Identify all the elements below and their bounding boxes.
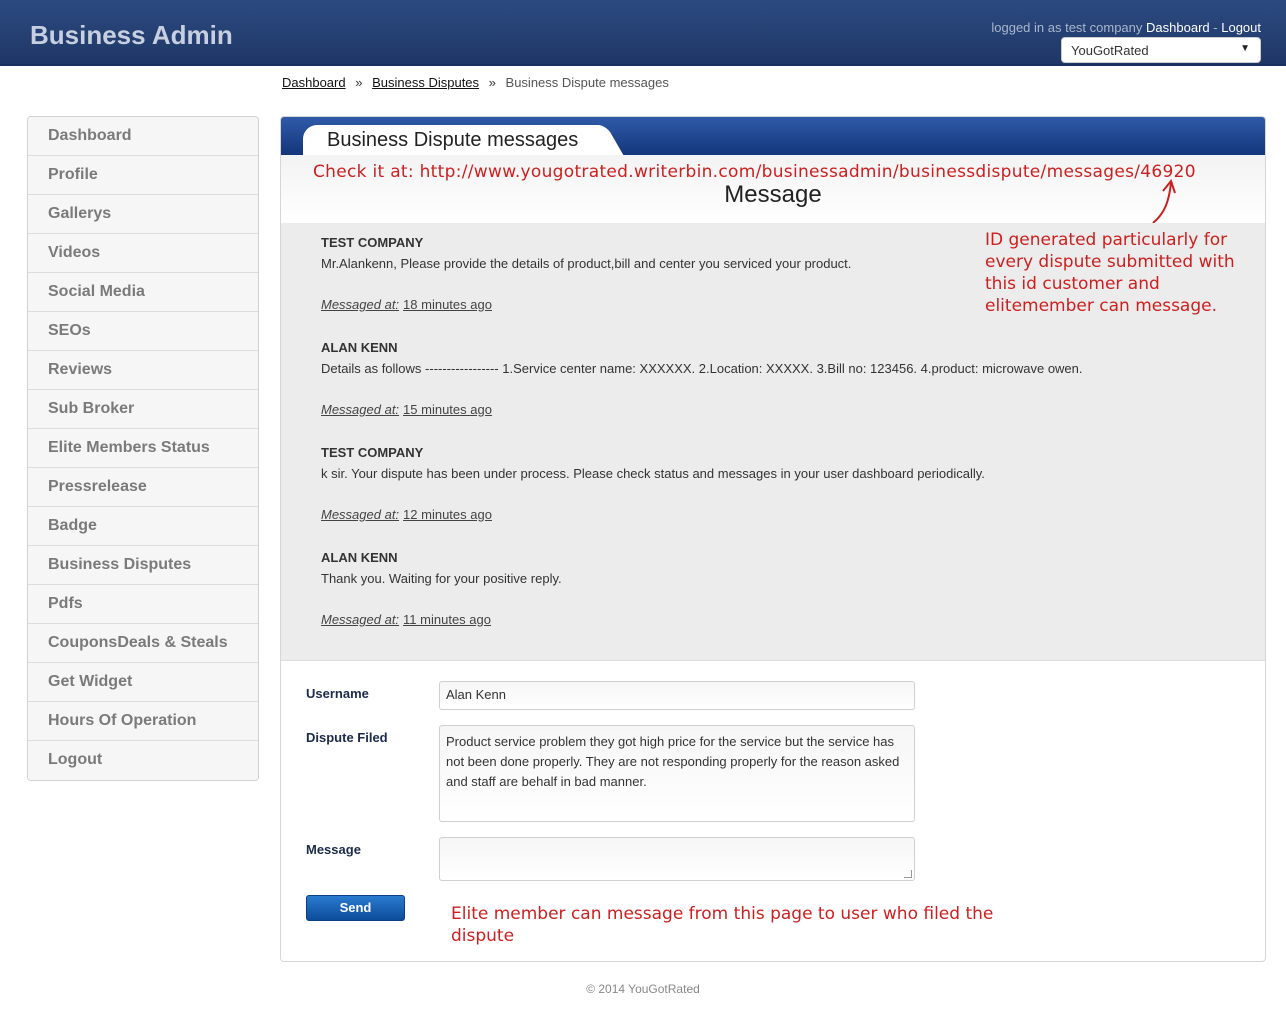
- dispute-filed-label: Dispute Filed: [306, 730, 388, 745]
- sidebar-item-videos[interactable]: Videos: [28, 234, 258, 273]
- sidebar-item-pdfs[interactable]: Pdfs: [28, 585, 258, 624]
- breadcrumb-separator: »: [488, 75, 496, 90]
- annotation-id-note: ID generated particularly for every disp…: [985, 230, 1235, 316]
- message-item: ALAN KENN Thank you. Waiting for your po…: [321, 550, 562, 627]
- login-info: logged in as test company Dashboard - Lo…: [991, 20, 1261, 35]
- message-item: ALAN KENN Details as follows -----------…: [321, 340, 1083, 417]
- message-item: TEST COMPANY k sir. Your dispute has bee…: [321, 445, 985, 522]
- sidebar-item-pressrelease[interactable]: Pressrelease: [28, 468, 258, 507]
- username-field[interactable]: Alan Kenn: [439, 681, 915, 710]
- header-dashboard-link[interactable]: Dashboard: [1146, 20, 1210, 35]
- sidebar-item-gallerys[interactable]: Gallerys: [28, 195, 258, 234]
- message-label: Message: [306, 842, 361, 857]
- send-button[interactable]: Send: [306, 895, 405, 921]
- message-heading: Message: [724, 181, 822, 208]
- message-author: ALAN KENN: [321, 340, 398, 355]
- breadcrumb-dashboard[interactable]: Dashboard: [282, 75, 346, 90]
- breadcrumb-separator: »: [355, 75, 363, 90]
- message-body: Thank you. Waiting for your positive rep…: [321, 571, 562, 586]
- message-textarea[interactable]: [439, 837, 915, 881]
- dispute-filed-text: Product service problem they got high pr…: [446, 734, 900, 789]
- sidebar-item-badge[interactable]: Badge: [28, 507, 258, 546]
- header-logout-link[interactable]: Logout: [1221, 20, 1261, 35]
- sidebar-nav: Dashboard Profile Gallerys Videos Social…: [27, 116, 259, 781]
- sidebar-item-social-media[interactable]: Social Media: [28, 273, 258, 312]
- panel-title: Business Dispute messages: [327, 129, 579, 151]
- message-body: k sir. Your dispute has been under proce…: [321, 466, 985, 481]
- message-item: TEST COMPANY Mr.Alankenn, Please provide…: [321, 235, 851, 312]
- sidebar-item-hours-of-operation[interactable]: Hours Of Operation: [28, 702, 258, 741]
- message-timestamp: Messaged at: 12 minutes ago: [321, 507, 492, 522]
- logged-in-text: logged in as test company: [991, 20, 1143, 35]
- footer-copyright: © 2014 YouGotRated: [586, 982, 700, 996]
- annotation-arrow-icon: [1152, 178, 1176, 224]
- sidebar-item-reviews[interactable]: Reviews: [28, 351, 258, 390]
- message-timestamp: Messaged at: 18 minutes ago: [321, 297, 492, 312]
- message-author: ALAN KENN: [321, 550, 398, 565]
- app-brand: Business Admin: [30, 20, 233, 50]
- message-timestamp: Messaged at: 11 minutes ago: [321, 612, 491, 627]
- company-select[interactable]: YouGotRated ▼: [1061, 37, 1261, 63]
- sidebar-item-get-widget[interactable]: Get Widget: [28, 663, 258, 702]
- sidebar-item-seos[interactable]: SEOs: [28, 312, 258, 351]
- breadcrumb: Dashboard » Business Disputes » Business…: [282, 75, 669, 90]
- message-author: TEST COMPANY: [321, 445, 424, 460]
- sidebar-item-coupons-deals[interactable]: CouponsDeals & Steals: [28, 624, 258, 663]
- sidebar-item-logout[interactable]: Logout: [28, 741, 258, 780]
- company-select-value: YouGotRated: [1071, 43, 1149, 58]
- resize-handle-icon[interactable]: [904, 870, 912, 878]
- sidebar-item-dashboard[interactable]: Dashboard: [28, 117, 258, 156]
- annotation-url: Check it at: http://www.yougotrated.writ…: [313, 162, 1196, 182]
- message-author: TEST COMPANY: [321, 235, 424, 250]
- chevron-down-icon: ▼: [1240, 43, 1250, 54]
- breadcrumb-business-disputes[interactable]: Business Disputes: [372, 75, 479, 90]
- username-label: Username: [306, 686, 369, 701]
- sidebar-item-sub-broker[interactable]: Sub Broker: [28, 390, 258, 429]
- message-timestamp: Messaged at: 15 minutes ago: [321, 402, 492, 417]
- sidebar-item-profile[interactable]: Profile: [28, 156, 258, 195]
- annotation-send-note: Elite member can message from this page …: [451, 904, 994, 946]
- sidebar-item-business-disputes[interactable]: Business Disputes: [28, 546, 258, 585]
- message-body: Mr.Alankenn, Please provide the details …: [321, 256, 852, 271]
- dispute-messages-panel: Business Dispute messages Check it at: h…: [280, 116, 1266, 962]
- breadcrumb-current: Business Dispute messages: [505, 75, 669, 90]
- header-separator: -: [1213, 20, 1218, 35]
- message-body: Details as follows ----------------- 1.S…: [321, 361, 1083, 376]
- sidebar-item-elite-members-status[interactable]: Elite Members Status: [28, 429, 258, 468]
- top-header: Business Admin logged in as test company…: [0, 0, 1286, 66]
- dispute-filed-textarea[interactable]: Product service problem they got high pr…: [439, 725, 915, 822]
